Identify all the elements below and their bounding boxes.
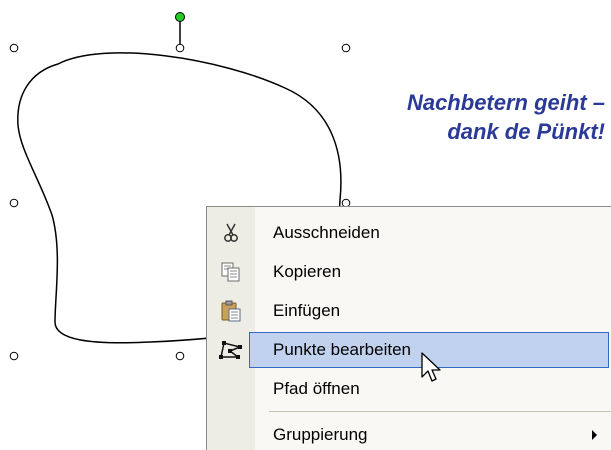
resize-handle-bottom[interactable]: [175, 351, 185, 361]
paste-icon: [209, 293, 253, 329]
resize-handle-top[interactable]: [175, 43, 185, 53]
context-menu: Ausschneiden Kopieren Einfügen Punkte be…: [206, 206, 611, 450]
caption-line-1: Nachbetern geiht –: [406, 90, 605, 115]
mouse-pointer-icon: [421, 352, 443, 391]
menu-item-grouping[interactable]: Gruppierung: [209, 417, 611, 450]
scissors-icon: [209, 215, 253, 251]
copy-icon: [209, 254, 253, 290]
resize-handle-top-right[interactable]: [341, 43, 351, 53]
menu-item-grouping-label: Gruppierung: [273, 425, 368, 444]
menu-separator: [269, 411, 611, 412]
slide-canvas: Nachbetern geiht – dank de Pünkt! Aussch…: [0, 0, 611, 450]
caption-line-2: dank de Pünkt!: [447, 119, 605, 144]
submenu-arrow-icon: [592, 430, 597, 440]
menu-item-open-path-label: Pfad öffnen: [273, 379, 360, 398]
menu-item-edit-points-label: Punkte bearbeiten: [273, 340, 411, 359]
caption-text: Nachbetern geiht – dank de Pünkt!: [335, 88, 605, 146]
resize-handle-bottom-left[interactable]: [9, 351, 19, 361]
edit-points-icon: [209, 332, 253, 368]
rotation-handle[interactable]: [175, 12, 185, 22]
menu-item-cut[interactable]: Ausschneiden: [209, 215, 611, 251]
resize-handle-left[interactable]: [9, 198, 19, 208]
menu-item-open-path[interactable]: Pfad öffnen: [209, 371, 611, 407]
menu-item-paste-label: Einfügen: [273, 301, 341, 320]
menu-item-cut-label: Ausschneiden: [273, 223, 380, 242]
menu-item-copy-label: Kopieren: [273, 262, 342, 281]
menu-item-open-path-icon-slot: [209, 371, 253, 407]
menu-item-copy[interactable]: Kopieren: [209, 254, 611, 290]
menu-item-paste[interactable]: Einfügen: [209, 293, 611, 329]
menu-item-grouping-icon-slot: [209, 417, 253, 450]
resize-handle-top-left[interactable]: [9, 43, 19, 53]
